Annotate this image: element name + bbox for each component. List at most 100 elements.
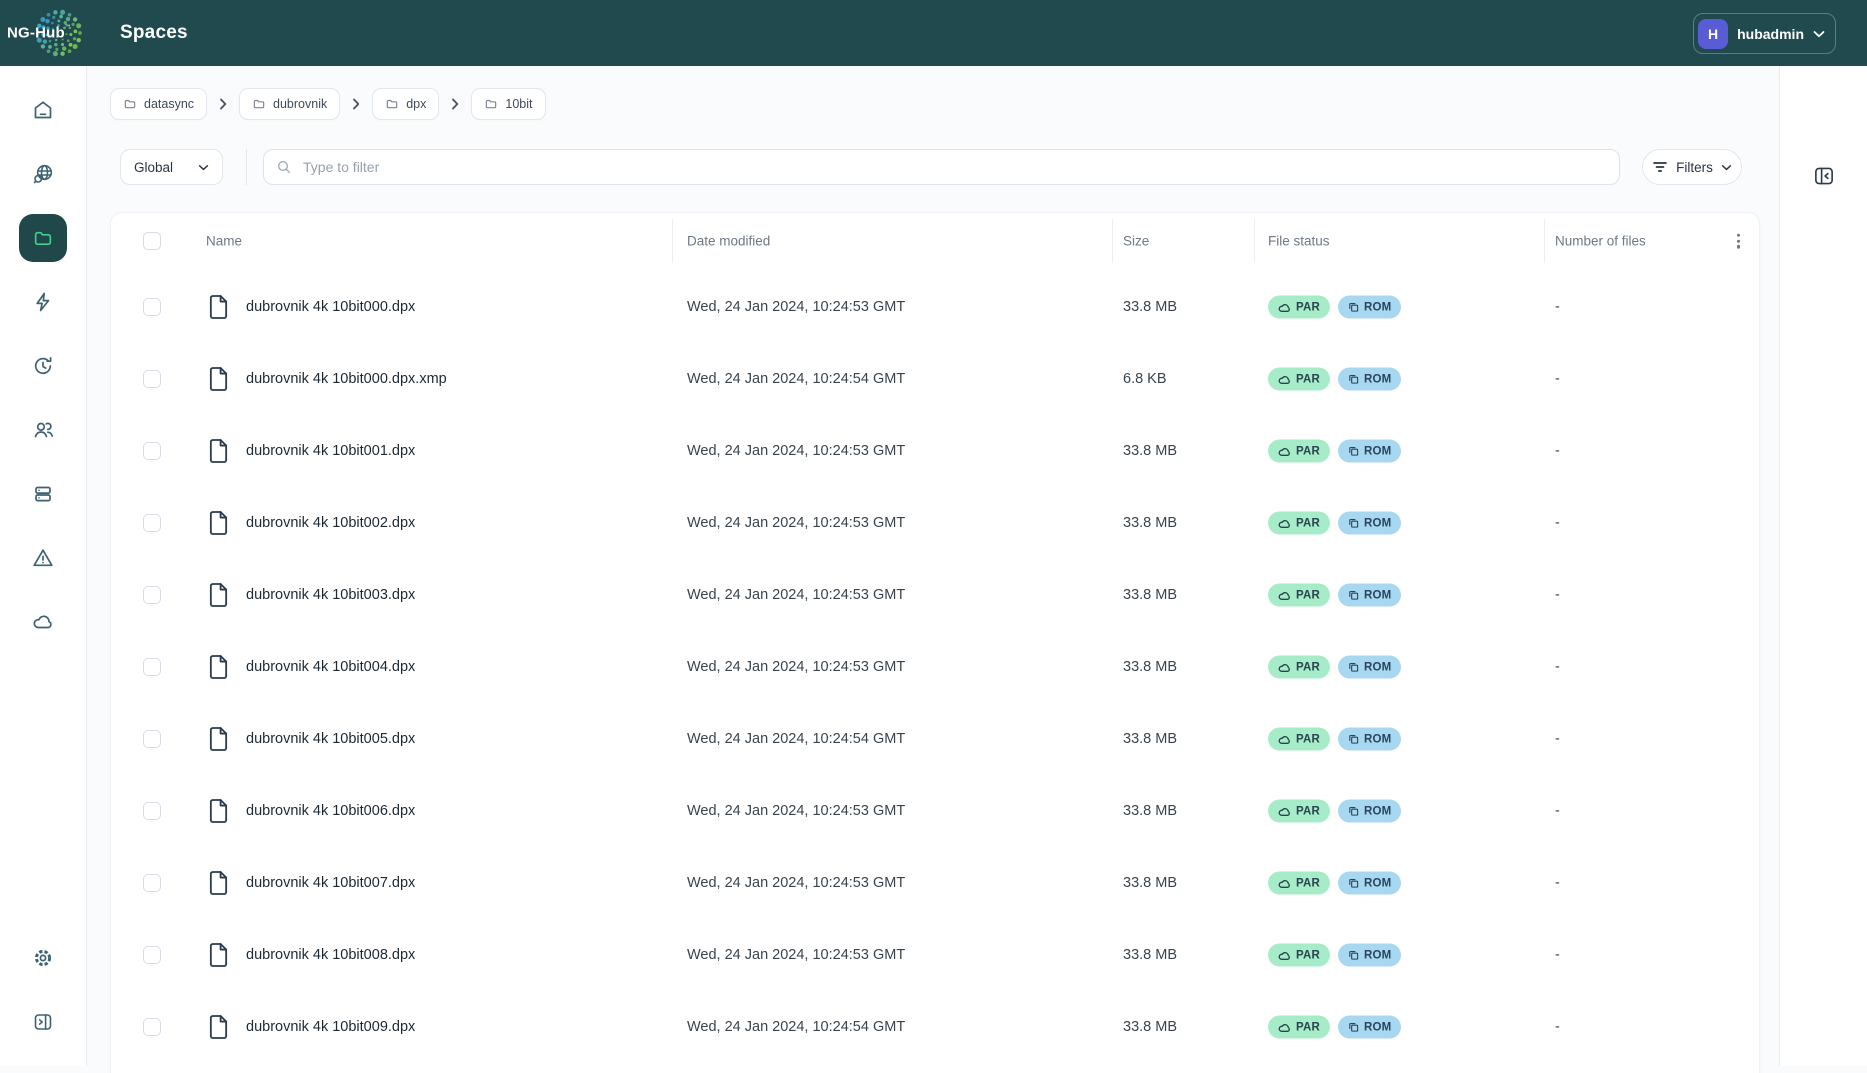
globe-search-icon [31, 162, 55, 186]
file-size: 33.8 MB [1123, 731, 1177, 747]
table-row[interactable]: dubrovnik 4k 10bit009.dpx Wed, 24 Jan 20… [111, 991, 1759, 1063]
table-row[interactable]: dubrovnik 4k 10bit000.dpx.xmp Wed, 24 Ja… [111, 343, 1759, 415]
table-row[interactable]: dubrovnik 4k 10bit006.dpx Wed, 24 Jan 20… [111, 775, 1759, 847]
row-checkbox[interactable] [143, 586, 161, 604]
file-size: 33.8 MB [1123, 1019, 1177, 1035]
user-menu-button[interactable]: H hubadmin [1693, 13, 1836, 54]
search-input[interactable] [301, 158, 1607, 176]
file-status-badges: PAR ROM [1268, 1016, 1401, 1039]
chevron-right-icon [451, 98, 459, 110]
search-icon [276, 159, 292, 175]
status-badge-par: PAR [1268, 656, 1330, 679]
row-checkbox[interactable] [143, 370, 161, 388]
sidebar-item-history[interactable] [0, 334, 86, 398]
user-name: hubadmin [1737, 26, 1804, 42]
breadcrumb-label: dubrovnik [273, 97, 327, 111]
cloud-icon [1278, 662, 1291, 672]
file-status-badges: PAR ROM [1268, 728, 1401, 751]
row-checkbox[interactable] [143, 514, 161, 532]
column-header-name[interactable]: Name [206, 234, 242, 249]
app-logo[interactable]: NG-Hub™ [0, 0, 86, 66]
sidebar-item-users[interactable] [0, 398, 86, 462]
file-date-modified: Wed, 24 Jan 2024, 10:24:54 GMT [687, 371, 905, 387]
status-badge-label: ROM [1364, 733, 1391, 745]
file-icon [207, 654, 230, 681]
table-row[interactable]: dubrovnik 4k 10bit003.dpx Wed, 24 Jan 20… [111, 559, 1759, 631]
sidebar-item-expand-panel[interactable] [0, 990, 86, 1054]
row-checkbox[interactable] [143, 298, 161, 316]
server-stack-icon [31, 482, 55, 506]
breadcrumb-item-dpx[interactable]: dpx [372, 88, 439, 120]
status-badge-par: PAR [1268, 512, 1330, 535]
file-date-modified: Wed, 24 Jan 2024, 10:24:53 GMT [687, 875, 905, 891]
filter-toolbar: Global Filters [86, 149, 1779, 185]
column-divider [672, 219, 673, 263]
select-all-checkbox[interactable] [143, 232, 161, 250]
table-row[interactable]: dubrovnik 4k 10bit001.dpx Wed, 24 Jan 20… [111, 415, 1759, 487]
row-checkbox[interactable] [143, 442, 161, 460]
chevron-right-icon [352, 98, 360, 110]
file-status-badges: PAR ROM [1268, 296, 1401, 319]
panel-collapse-icon[interactable] [1811, 163, 1837, 189]
copy-squares-icon [1348, 806, 1359, 817]
file-icon [207, 870, 230, 897]
table-row[interactable]: dubrovnik 4k 10bit004.dpx Wed, 24 Jan 20… [111, 631, 1759, 703]
table-row[interactable]: dubrovnik 4k 10bit008.dpx Wed, 24 Jan 20… [111, 919, 1759, 991]
sidebar-item-spaces[interactable] [0, 206, 86, 270]
row-checkbox[interactable] [143, 874, 161, 892]
filters-button[interactable]: Filters [1642, 149, 1742, 185]
cloud-icon [1278, 878, 1291, 888]
copy-squares-icon [1348, 446, 1359, 457]
page-title: Spaces [120, 22, 188, 44]
sidebar-item-home[interactable] [0, 78, 86, 142]
breadcrumb-item-dubrovnik[interactable]: dubrovnik [239, 88, 340, 120]
status-badge-label: ROM [1364, 661, 1391, 673]
filter-lines-icon [1652, 160, 1668, 174]
users-icon [31, 418, 55, 442]
status-badge-label: PAR [1296, 1021, 1320, 1033]
column-header-size[interactable]: Size [1123, 234, 1149, 249]
row-checkbox[interactable] [143, 946, 161, 964]
sidebar-item-settings[interactable] [0, 926, 86, 990]
status-badge-par: PAR [1268, 800, 1330, 823]
file-name: dubrovnik 4k 10bit002.dpx [246, 515, 415, 531]
row-checkbox[interactable] [143, 802, 161, 820]
table-row[interactable]: dubrovnik 4k 10bit005.dpx Wed, 24 Jan 20… [111, 703, 1759, 775]
status-badge-label: PAR [1296, 805, 1320, 817]
table-row[interactable]: dubrovnik 4k 10bit007.dpx Wed, 24 Jan 20… [111, 847, 1759, 919]
status-badge-par: PAR [1268, 584, 1330, 607]
breadcrumb-item-10bit[interactable]: 10bit [471, 88, 545, 120]
column-options-menu-icon[interactable] [1733, 230, 1744, 253]
row-checkbox[interactable] [143, 1018, 161, 1036]
scope-select[interactable]: Global [120, 149, 223, 185]
file-icon [207, 942, 230, 969]
copy-squares-icon [1348, 590, 1359, 601]
file-icon [207, 1014, 230, 1041]
file-date-modified: Wed, 24 Jan 2024, 10:24:53 GMT [687, 299, 905, 315]
cloud-icon [1278, 302, 1291, 312]
file-name: dubrovnik 4k 10bit006.dpx [246, 803, 415, 819]
file-icon [207, 438, 230, 465]
file-size: 33.8 MB [1123, 659, 1177, 675]
sidebar-item-discover[interactable] [0, 142, 86, 206]
row-checkbox[interactable] [143, 730, 161, 748]
column-header-status[interactable]: File status [1268, 234, 1330, 249]
file-status-badges: PAR ROM [1268, 368, 1401, 391]
column-header-files[interactable]: Number of files [1555, 234, 1646, 249]
chevron-down-icon [1813, 30, 1825, 38]
table-row[interactable]: dubrovnik 4k 10bit002.dpx Wed, 24 Jan 20… [111, 487, 1759, 559]
panel-expand-icon [31, 1010, 55, 1034]
sidebar-item-alerts[interactable] [0, 526, 86, 590]
table-row[interactable]: dubrovnik 4k 10bit000.dpx Wed, 24 Jan 20… [111, 271, 1759, 343]
file-status-badges: PAR ROM [1268, 440, 1401, 463]
file-status-badges: PAR ROM [1268, 872, 1401, 895]
row-checkbox[interactable] [143, 658, 161, 676]
file-date-modified: Wed, 24 Jan 2024, 10:24:53 GMT [687, 587, 905, 603]
column-header-date[interactable]: Date modified [687, 234, 770, 249]
status-badge-label: PAR [1296, 733, 1320, 745]
file-date-modified: Wed, 24 Jan 2024, 10:24:53 GMT [687, 443, 905, 459]
sidebar-item-actions[interactable] [0, 270, 86, 334]
breadcrumb-item-datasync[interactable]: datasync [110, 88, 207, 120]
sidebar-item-cloud[interactable] [0, 590, 86, 654]
sidebar-item-storage[interactable] [0, 462, 86, 526]
